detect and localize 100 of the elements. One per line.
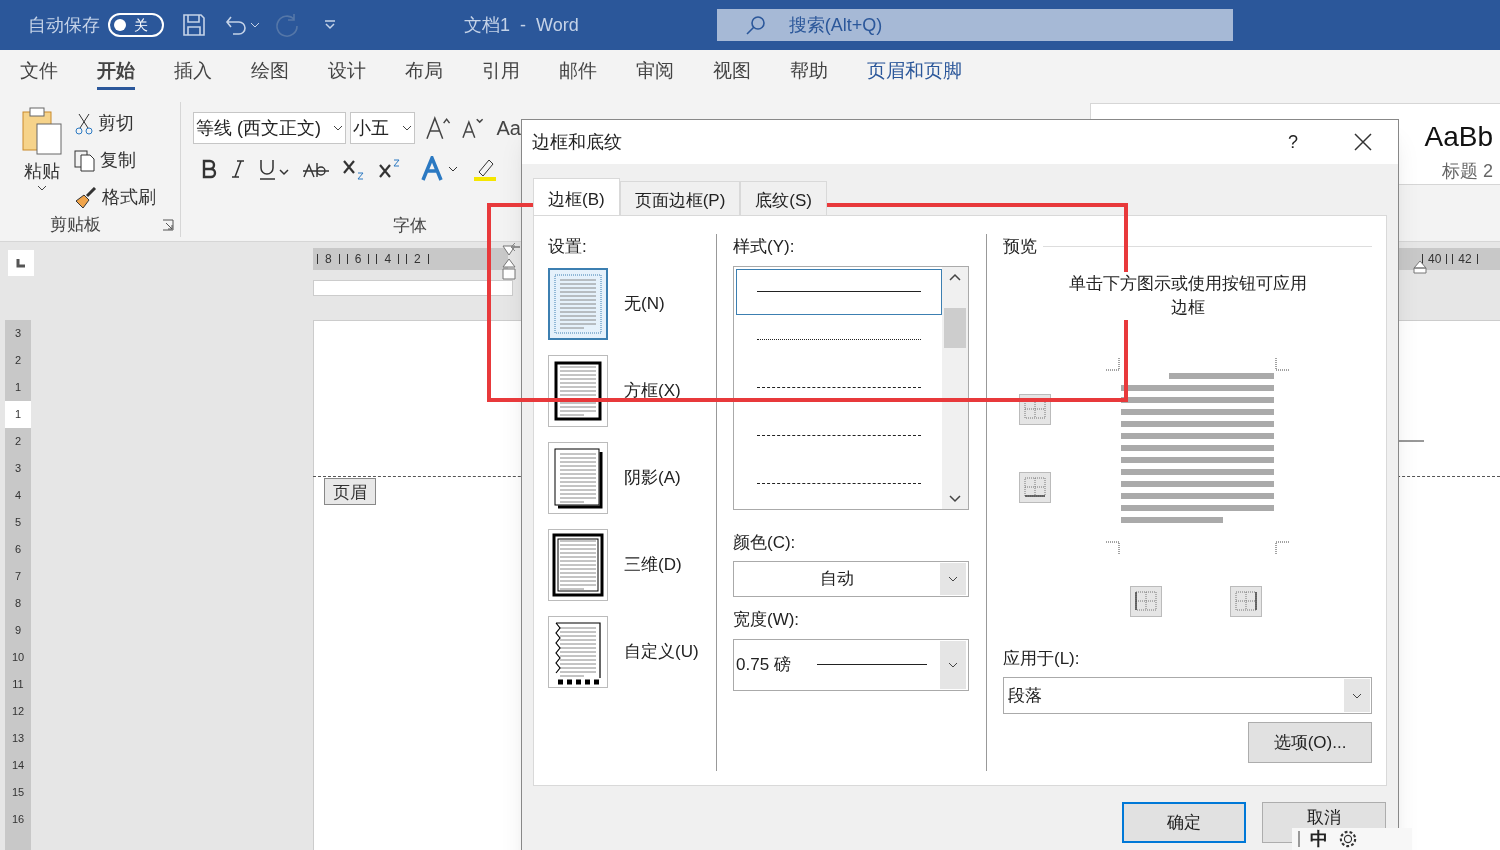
header-tag: 页眉: [324, 478, 376, 505]
ribbon-tab[interactable]: 页眉和页脚: [867, 56, 962, 90]
ruler-number: 13: [11, 731, 25, 747]
preview-label: 预览: [1003, 236, 1037, 258]
font-name-dropdown[interactable]: 等线 (西文正文): [193, 112, 347, 144]
shrink-font-icon[interactable]: [460, 116, 485, 140]
setting-preset-button[interactable]: [548, 354, 608, 427]
dialog-launcher-icon[interactable]: [162, 219, 174, 231]
dialog-tab[interactable]: 边框(B): [533, 178, 620, 215]
setting-label: 自定义(U): [624, 640, 699, 663]
ruler-number: 10: [11, 650, 25, 666]
ribbon-tab[interactable]: 文件: [20, 56, 58, 90]
font-size-dropdown[interactable]: 小五: [350, 112, 416, 144]
ruler-number: 11: [12, 677, 24, 693]
ribbon-tab[interactable]: 插入: [174, 56, 212, 90]
ribbon-tab[interactable]: 审阅: [636, 56, 674, 90]
clipboard-icon: [20, 106, 64, 158]
ruler-number: 42: [1458, 251, 1472, 268]
line-style-option[interactable]: [736, 268, 942, 315]
ruler-number: 12: [11, 704, 25, 720]
paintbrush-icon: [74, 186, 98, 209]
document-title: 文档1 - Word: [464, 13, 579, 37]
bold-icon[interactable]: [201, 159, 217, 179]
customize-toolbar-icon[interactable]: [324, 20, 336, 30]
settings-icon[interactable]: [1338, 829, 1358, 849]
ruler-number: 7: [14, 569, 22, 585]
ruler-number: 3: [14, 461, 22, 477]
ruler-number: 1: [14, 407, 22, 423]
close-icon[interactable]: [1354, 133, 1372, 151]
ribbon-tab[interactable]: 帮助: [790, 56, 828, 90]
subscript-icon[interactable]: [343, 158, 365, 180]
help-button[interactable]: ?: [1288, 128, 1298, 156]
ruler-number: 6: [354, 251, 362, 268]
ruler-number: 4: [14, 488, 22, 504]
setting-label: 阴影(A): [624, 466, 681, 489]
border-toggle-button[interactable]: [1019, 471, 1051, 503]
ribbon-tab[interactable]: 设计: [328, 56, 366, 90]
apply-to-label: 应用于(L):: [1003, 647, 1081, 670]
border-toggle-button[interactable]: [1130, 585, 1162, 617]
ribbon-tab[interactable]: 邮件: [559, 56, 597, 90]
underline-icon[interactable]: [259, 158, 289, 180]
save-icon[interactable]: [182, 13, 206, 37]
border-toggle-button[interactable]: [1230, 585, 1262, 617]
format-painter-button[interactable]: 格式刷: [74, 184, 156, 211]
chevron-down-icon: [333, 125, 344, 131]
border-grid-icon: [1024, 399, 1046, 419]
dialog-tab[interactable]: 页面边框(P): [619, 181, 741, 215]
line-style-list[interactable]: [733, 265, 969, 510]
italic-icon[interactable]: [231, 159, 245, 179]
text-effects-icon[interactable]: [421, 156, 459, 182]
ruler-number: 40: [1428, 251, 1442, 268]
copy-icon: [74, 149, 96, 172]
apply-to-dropdown[interactable]: 段落: [1003, 677, 1372, 714]
ribbon-tab[interactable]: 布局: [405, 56, 443, 90]
setting-preset-button[interactable]: [548, 615, 608, 688]
setting-preset-button[interactable]: [548, 528, 608, 601]
ruler-number: 8: [14, 596, 22, 612]
change-case-button[interactable]: Aa: [496, 113, 521, 143]
dialog-tab[interactable]: 底纹(S): [740, 181, 827, 215]
ribbon-tab[interactable]: 绘图: [251, 56, 289, 90]
ribbon-tab[interactable]: 开始: [97, 56, 135, 90]
style-label: 样式(Y):: [733, 236, 796, 258]
autosave-label: 自动保存: [28, 13, 100, 37]
copy-button[interactable]: 复制: [74, 147, 156, 174]
ruler-number: 2: [414, 251, 421, 268]
ruler-number: 16: [11, 812, 25, 828]
chevron-down-icon: [948, 576, 958, 582]
chevron-down-icon[interactable]: [949, 494, 961, 503]
group-label: 字体: [393, 216, 427, 235]
ribbon-tab[interactable]: 视图: [713, 56, 751, 90]
ruler-number: 4: [384, 251, 392, 268]
autosave-toggle[interactable]: 关: [108, 13, 164, 37]
chevron-down-icon: [1352, 692, 1362, 699]
ruler-number: 3: [14, 326, 22, 342]
options-button[interactable]: 选项(O)...: [1248, 722, 1372, 763]
tab-stop-icon[interactable]: [16, 258, 26, 268]
scrollbar-thumb[interactable]: [944, 307, 966, 348]
paste-button[interactable]: 粘贴: [20, 106, 64, 213]
chevron-up-icon[interactable]: [949, 272, 961, 281]
setting-preset-button[interactable]: [548, 441, 608, 514]
setting-label: 方框(X): [624, 379, 681, 402]
indent-marker-icon[interactable]: [502, 245, 516, 281]
width-dropdown[interactable]: 0.75 磅: [733, 638, 969, 691]
border-grid-icon: [1235, 591, 1257, 611]
chevron-down-icon: [37, 185, 47, 191]
color-dropdown[interactable]: 自动: [733, 561, 969, 597]
search-field[interactable]: 搜索(Alt+Q): [716, 9, 1233, 41]
style-sample[interactable]: AaBb: [1424, 116, 1493, 158]
scrollbar[interactable]: [942, 266, 968, 509]
ribbon-tab[interactable]: 引用: [482, 56, 520, 90]
ok-button[interactable]: 确定: [1122, 802, 1246, 843]
chevron-down-icon: [948, 661, 958, 668]
superscript-icon[interactable]: [379, 158, 401, 180]
chevron-down-icon: [402, 125, 413, 131]
indent-marker-icon[interactable]: [1413, 260, 1427, 274]
ruler-number: 14: [11, 758, 25, 774]
grow-font-icon[interactable]: [425, 115, 451, 141]
ruler-number: 2: [14, 434, 22, 450]
cut-button[interactable]: 剪切: [74, 110, 156, 137]
settings-label: 设置:: [548, 236, 588, 258]
